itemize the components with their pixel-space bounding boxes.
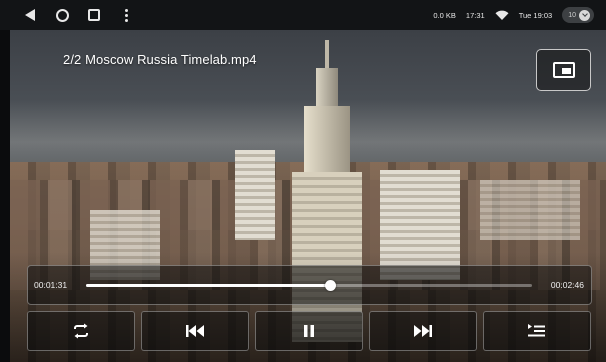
date-time: Tue 19:03 <box>518 10 553 20</box>
pause-button[interactable] <box>255 311 363 351</box>
clock: 17:31 <box>465 10 485 20</box>
system-nav <box>14 0 142 30</box>
chevron-down-icon <box>579 9 590 21</box>
seek-bar-progress <box>86 284 331 287</box>
skip-previous-icon <box>186 325 204 337</box>
volume-pill[interactable]: 10 <box>562 7 594 23</box>
skip-next-icon <box>414 325 432 337</box>
home-icon[interactable] <box>46 0 78 30</box>
previous-button[interactable] <box>141 311 249 351</box>
status-indicators: 0.0 KB 17:31 Tue 19:03 10 <box>433 0 594 30</box>
current-time: 00:01:31 <box>34 280 68 290</box>
back-icon[interactable] <box>14 0 46 30</box>
video-player-screen: 0.0 KB 17:31 Tue 19:03 10 2/2 Moscow Rus… <box>0 0 606 362</box>
total-time: 00:02:46 <box>550 280 584 290</box>
playlist-icon <box>528 324 545 337</box>
video-title: 2/2 Moscow Russia Timelab.mp4 <box>63 52 257 67</box>
menu-dots-icon[interactable] <box>110 0 142 30</box>
status-bar: 0.0 KB 17:31 Tue 19:03 10 <box>0 0 606 30</box>
playlist-button[interactable] <box>483 311 591 351</box>
playback-controls <box>27 311 593 351</box>
picture-in-picture-icon <box>552 62 575 78</box>
volume-level: 10 <box>568 11 576 19</box>
seek-panel: 00:01:31 00:02:46 <box>27 265 592 305</box>
wifi-icon <box>495 10 509 21</box>
pause-icon <box>304 325 314 337</box>
repeat-icon <box>74 323 88 339</box>
recents-icon[interactable] <box>78 0 110 30</box>
repeat-button[interactable] <box>27 311 135 351</box>
pip-button[interactable] <box>536 49 591 91</box>
seek-bar[interactable] <box>86 280 532 291</box>
seek-thumb[interactable] <box>325 280 337 291</box>
next-button[interactable] <box>369 311 477 351</box>
data-rate: 0.0 KB <box>433 10 456 20</box>
